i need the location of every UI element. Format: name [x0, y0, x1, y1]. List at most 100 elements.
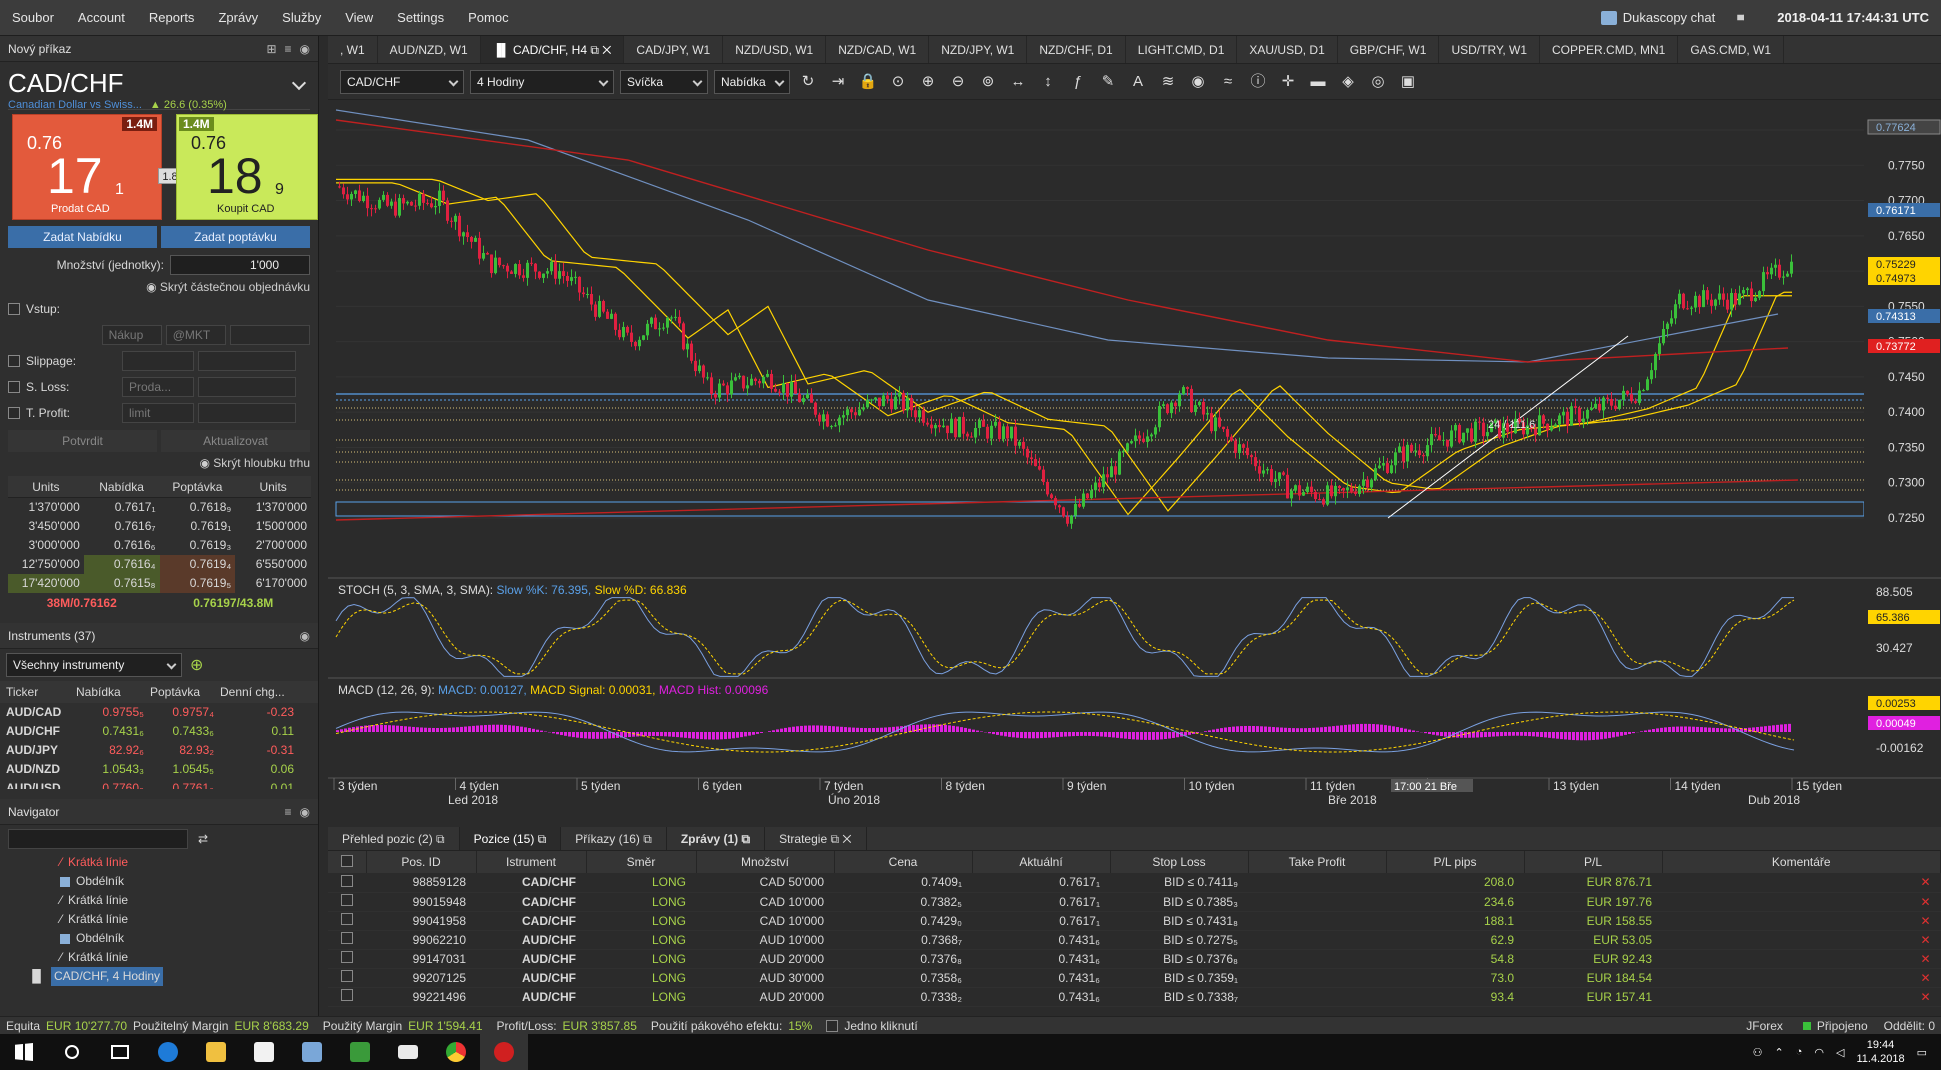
store-icon[interactable]: [240, 1034, 288, 1070]
price-pane[interactable]: [328, 100, 1863, 578]
theme-icon[interactable]: ◎: [1366, 70, 1390, 94]
entry-side-field[interactable]: Nákup: [101, 325, 162, 345]
position-row[interactable]: 99221496 AUD/CHF LONG AUD 20'000 0.7338₂ 0.74…: [328, 987, 1941, 1007]
explorer-icon[interactable]: [192, 1034, 240, 1070]
zoom-icon[interactable]: ⊙: [886, 70, 910, 94]
instrument-row[interactable]: AUD/CHF 0.7431₆ 0.7433₆ 0.11: [0, 722, 318, 741]
zoom-fit-icon[interactable]: ⊚: [976, 70, 1000, 94]
chart-type-icon[interactable]: ≈: [1216, 70, 1240, 94]
zoom-out-icon[interactable]: ⊖: [946, 70, 970, 94]
info-icon[interactable]: ⓘ: [1246, 70, 1270, 94]
menu-account[interactable]: Account: [66, 10, 137, 25]
chart-tab[interactable]: USD/TRY, W1: [1439, 36, 1541, 63]
chart-tab[interactable]: LIGHT.CMD, D1: [1126, 36, 1238, 63]
chart-tab[interactable]: CAD/JPY, W1: [624, 36, 724, 63]
row-checkbox[interactable]: [341, 913, 353, 925]
wifi-icon[interactable]: ◠: [1814, 1046, 1824, 1059]
draw-icon[interactable]: ✎: [1096, 70, 1120, 94]
row-checkbox[interactable]: [341, 970, 353, 982]
position-row[interactable]: 99062210 AUD/CHF LONG AUD 10'000 0.7368₇ 0.74…: [328, 930, 1941, 950]
eye-icon[interactable]: ◉: [300, 42, 310, 56]
save-icon[interactable]: ▣: [1396, 70, 1420, 94]
row-checkbox[interactable]: [341, 874, 353, 887]
col-comments[interactable]: Komentáře: [1662, 851, 1941, 873]
take-profit-extra-field[interactable]: [198, 403, 296, 423]
row-checkbox[interactable]: [341, 951, 353, 963]
row-checkbox[interactable]: [341, 932, 353, 944]
chart-tab[interactable]: NZD/USD, W1: [723, 36, 827, 63]
entry-price-field[interactable]: @MKT: [165, 325, 226, 345]
col-amount[interactable]: Množství: [696, 851, 835, 873]
slippage-checkbox[interactable]: [8, 355, 20, 367]
amount-input[interactable]: 1'000: [170, 255, 310, 275]
tree-item[interactable]: ⁄ Krátká línie: [0, 910, 318, 929]
lock-icon[interactable]: 🔒: [856, 70, 880, 94]
col-direction[interactable]: Směr: [586, 851, 697, 873]
position-row[interactable]: 98859128 CAD/CHF LONG CAD 50'000 0.7409₁ 0.76…: [328, 873, 1941, 893]
chart-tab[interactable]: NZD/CHF, D1: [1027, 36, 1126, 63]
text-icon[interactable]: A: [1126, 70, 1150, 94]
eye-icon[interactable]: ◉: [300, 629, 310, 643]
chart-tab-active[interactable]: ▐▌ CAD/CHF, H4 ⧉ ✕: [480, 36, 625, 63]
close-position-icon[interactable]: ✕: [1920, 990, 1930, 1004]
menu-reports[interactable]: Reports: [137, 10, 207, 25]
stop-loss-checkbox[interactable]: [8, 381, 20, 393]
mail-icon[interactable]: [384, 1034, 432, 1070]
close-position-icon[interactable]: ✕: [1920, 914, 1930, 928]
close-position-icon[interactable]: ✕: [1920, 895, 1930, 909]
stop-loss-extra-field[interactable]: [198, 377, 296, 397]
jforex-app-icon[interactable]: [480, 1034, 528, 1070]
menu-view[interactable]: View: [333, 10, 385, 25]
zoom-in-icon[interactable]: ⊕: [916, 70, 940, 94]
volume-icon[interactable]: [1737, 10, 1750, 25]
notepad-icon[interactable]: [288, 1034, 336, 1070]
chat-button[interactable]: Dukascopy chat: [1600, 10, 1715, 25]
tree-item[interactable]: ⁄ Krátká línie: [0, 891, 318, 910]
slippage-extra-field[interactable]: [198, 351, 296, 371]
navigator-search[interactable]: [8, 829, 188, 849]
entry-extra-field[interactable]: [229, 325, 310, 345]
chart-tab[interactable]: NZD/JPY, W1: [929, 36, 1028, 63]
chart-tab[interactable]: COPPER.CMD, MN1: [1540, 36, 1679, 63]
take-profit-field[interactable]: limit: [122, 403, 194, 423]
tree-item-chart[interactable]: ▐▌ CAD/CHF, 4 Hodiny: [0, 967, 318, 986]
chart-tab[interactable]: GBP/CHF, W1: [1338, 36, 1440, 63]
toolbar-type-select[interactable]: Svíčka: [620, 69, 708, 94]
hide-partial-link[interactable]: ◉ Skrýt částečnou objednávku: [8, 280, 310, 294]
close-position-icon[interactable]: ✕: [1920, 933, 1930, 947]
row-checkbox[interactable]: [341, 989, 353, 1001]
chart-add-icon[interactable]: ⊞: [266, 42, 276, 56]
close-position-icon[interactable]: ✕: [1920, 875, 1930, 889]
trade-icon[interactable]: ▬: [1306, 70, 1330, 94]
tab-messages[interactable]: Zprávy (1) ⧉: [667, 827, 766, 850]
refresh-icon[interactable]: ↻: [796, 70, 820, 94]
tab-positions[interactable]: Pozice (15) ⧉: [459, 827, 562, 850]
tab-strategies[interactable]: Strategie ⧉ ✕: [765, 827, 867, 850]
menu-sluzby[interactable]: Služby: [270, 10, 333, 25]
chart-tab[interactable]: AUD/NZD, W1: [378, 36, 481, 63]
tray-clock[interactable]: 19:44 11.4.2018: [1856, 1038, 1904, 1066]
fill-icon[interactable]: ◈: [1336, 70, 1360, 94]
col-select[interactable]: [328, 851, 367, 873]
instrument-row[interactable]: AUD/CAD 0.9755₅ 0.9757₄ -0.23: [0, 703, 318, 722]
close-position-icon[interactable]: ✕: [1920, 952, 1930, 966]
col-take-profit[interactable]: Take Profit: [1248, 851, 1387, 873]
eye-icon[interactable]: ◉: [300, 805, 310, 819]
eye-icon[interactable]: ◉: [1186, 70, 1210, 94]
menu-soubor[interactable]: Soubor: [0, 10, 66, 25]
position-row[interactable]: 99015948 CAD/CHF LONG CAD 10'000 0.7382₅ 0.76…: [328, 892, 1941, 912]
menu-settings[interactable]: Settings: [385, 10, 456, 25]
entry-checkbox[interactable]: [8, 303, 20, 315]
hide-depth-link[interactable]: ◉ Skrýt hloubku trhu: [8, 456, 310, 470]
crosshair-icon[interactable]: ✛: [1276, 70, 1300, 94]
chrome-icon[interactable]: [432, 1034, 480, 1070]
col-instrument[interactable]: Istrument: [476, 851, 587, 873]
take-profit-checkbox[interactable]: [8, 407, 20, 419]
update-button[interactable]: Aktualizovat: [161, 430, 310, 452]
layers-icon[interactable]: ≋: [1156, 70, 1180, 94]
chart-tab[interactable]: XAU/USD, D1: [1237, 36, 1338, 63]
col-ask[interactable]: Poptávka: [144, 681, 214, 703]
menu-icon[interactable]: ≡: [285, 805, 292, 819]
toolbar-instrument-select[interactable]: CAD/CHF: [340, 69, 464, 94]
col-ticker[interactable]: Ticker: [0, 681, 70, 703]
